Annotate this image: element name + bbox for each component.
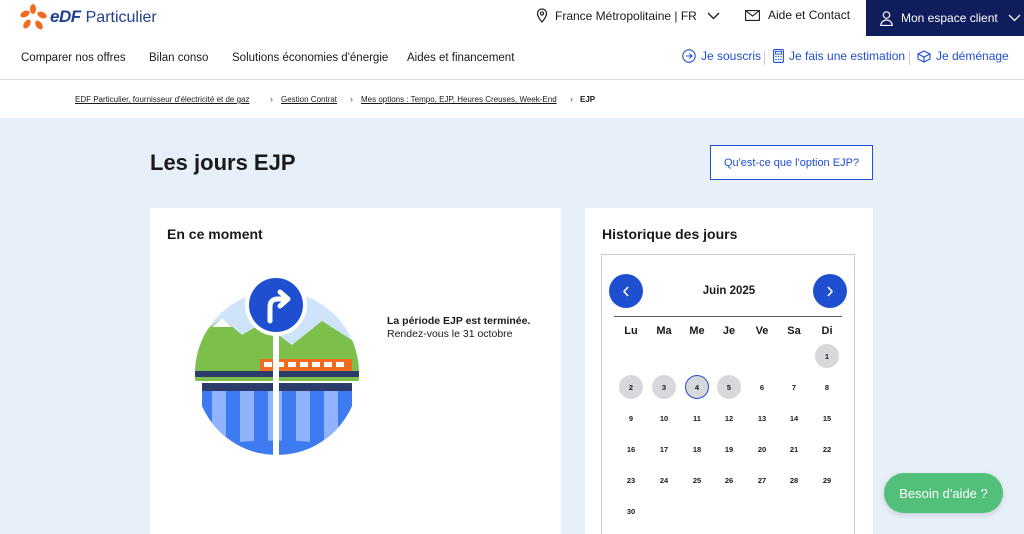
calendar-day[interactable]: 16 — [619, 437, 643, 461]
calculator-icon — [773, 49, 784, 63]
calendar-day[interactable]: 19 — [717, 437, 741, 461]
next-month-button[interactable] — [813, 274, 847, 308]
calendar-day[interactable]: 13 — [750, 406, 774, 430]
calendar-day[interactable]: 1 — [815, 344, 839, 368]
help-contact-link[interactable]: Aide et Contact — [745, 8, 850, 22]
top-bar: eDF Particulier France Métropolitaine | … — [0, 0, 1024, 36]
calendar-day[interactable]: 12 — [717, 406, 741, 430]
subscribe-label: Je souscris — [701, 49, 762, 63]
region-label: France Métropolitaine | FR — [555, 8, 697, 23]
weekday-label: Sa — [787, 325, 801, 337]
page-title: Les jours EJP — [150, 150, 296, 175]
weekday-label: Me — [689, 325, 705, 337]
calendar-day[interactable]: 28 — [782, 468, 806, 492]
calendar-day[interactable]: 10 — [652, 406, 676, 430]
history-card: Historique des jours Juin 2025 Lu Ma Me Je V… — [585, 208, 873, 534]
chevron-right-icon — [827, 285, 834, 297]
calendar-day[interactable]: 30 — [619, 499, 643, 523]
region-selector[interactable]: France Métropolitaine | FR — [536, 8, 720, 23]
nav-energy-savings[interactable]: Solutions économies d'énergie — [232, 52, 388, 64]
ejp-status-bold: La période EJP est terminée. — [387, 315, 531, 327]
ejp-ended-illustration — [195, 274, 359, 461]
subscribe-link[interactable]: Je souscris — [682, 49, 761, 63]
location-pin-icon — [536, 8, 548, 23]
current-status-title: En ce moment — [167, 226, 263, 242]
calendar-day[interactable]: 11 — [685, 406, 709, 430]
calendar-divider — [614, 316, 842, 317]
calendar-day[interactable]: 4 — [685, 375, 709, 399]
client-space-button[interactable]: Mon espace client — [866, 0, 1024, 36]
calendar-day[interactable]: 17 — [652, 437, 676, 461]
breadcrumb-home[interactable]: EDF Particulier, fournisseur d'électrici… — [75, 95, 250, 104]
arrow-circle-icon — [682, 49, 696, 63]
calendar-day[interactable]: 14 — [782, 406, 806, 430]
nav-divider — [764, 51, 765, 65]
calendar-day[interactable]: 23 — [619, 468, 643, 492]
estimate-label: Je fais une estimation — [789, 49, 906, 63]
what-is-ejp-button[interactable]: Qu'est-ce que l'option EJP? — [710, 145, 873, 180]
current-status-card: En ce moment La période EJP est terminée… — [150, 208, 561, 534]
calendar: Juin 2025 Lu Ma Me Je Ve Sa Di 1 2 3 4 5 6 7 8 9 10 11 12 1… — [601, 254, 855, 534]
estimate-link[interactable]: Je fais une estimation — [773, 49, 905, 63]
calendar-day[interactable]: 22 — [815, 437, 839, 461]
breadcrumb-current: EJP — [580, 95, 596, 104]
history-title: Historique des jours — [602, 226, 738, 242]
calendar-day[interactable]: 25 — [685, 468, 709, 492]
edf-logo-icon — [20, 4, 47, 30]
weekday-label: Ve — [755, 325, 769, 337]
calendar-day[interactable]: 26 — [717, 468, 741, 492]
calendar-day[interactable]: 15 — [815, 406, 839, 430]
user-icon — [880, 10, 893, 26]
weekday-label: Je — [722, 325, 736, 337]
calendar-day[interactable]: 27 — [750, 468, 774, 492]
calendar-day[interactable]: 21 — [782, 437, 806, 461]
chevron-down-icon — [707, 12, 720, 19]
weekday-label: Lu — [624, 325, 638, 337]
calendar-day[interactable]: 8 — [815, 375, 839, 399]
nav-compare-offers[interactable]: Comparer nos offres — [21, 52, 126, 64]
main-nav: Comparer nos offres Bilan conso Solution… — [0, 36, 1024, 80]
calendar-day[interactable]: 9 — [619, 406, 643, 430]
weekday-label: Di — [821, 325, 833, 337]
calendar-day[interactable]: 29 — [815, 468, 839, 492]
box-icon — [917, 49, 931, 63]
breadcrumb-contract[interactable]: Gestion Contrat — [281, 95, 337, 104]
breadcrumb-chevron-icon: › — [570, 94, 573, 104]
main-content: Les jours EJP Qu'est-ce que l'option EJP… — [0, 118, 1024, 534]
moving-link[interactable]: Je déménage — [917, 49, 1009, 63]
calendar-day[interactable]: 6 — [750, 375, 774, 399]
edf-logo[interactable]: eDF Particulier — [19, 4, 157, 30]
logo-brand: eDF — [50, 7, 81, 26]
nav-consumption-report[interactable]: Bilan conso — [149, 52, 208, 64]
ejp-status-text: Rendez-vous le 31 octobre — [387, 328, 513, 340]
nav-divider — [909, 51, 910, 65]
calendar-day[interactable]: 18 — [685, 437, 709, 461]
client-space-label: Mon espace client — [901, 11, 998, 25]
calendar-day[interactable]: 7 — [782, 375, 806, 399]
breadcrumb: EDF Particulier, fournisseur d'électrici… — [0, 80, 1024, 118]
logo-sub: Particulier — [85, 9, 157, 26]
calendar-day[interactable]: 24 — [652, 468, 676, 492]
breadcrumb-chevron-icon: › — [270, 94, 273, 104]
mail-icon — [745, 9, 760, 21]
contact-label: Aide et Contact — [768, 8, 851, 22]
breadcrumb-options[interactable]: Mes options : Tempo, EJP, Heures Creuses… — [361, 95, 557, 104]
moving-label: Je déménage — [936, 49, 1009, 63]
chevron-down-icon — [1008, 14, 1021, 22]
calendar-day[interactable]: 3 — [652, 375, 676, 399]
calendar-day[interactable]: 5 — [717, 375, 741, 399]
weekday-label: Ma — [656, 325, 672, 337]
help-chat-button[interactable]: Besoin d'aide ? — [884, 473, 1003, 513]
calendar-day[interactable]: 20 — [750, 437, 774, 461]
breadcrumb-chevron-icon: › — [350, 94, 353, 104]
ejp-status-message: La période EJP est terminée. Rendez-vous… — [387, 315, 537, 341]
calendar-day[interactable]: 2 — [619, 375, 643, 399]
nav-aid-financing[interactable]: Aides et financement — [407, 52, 514, 64]
